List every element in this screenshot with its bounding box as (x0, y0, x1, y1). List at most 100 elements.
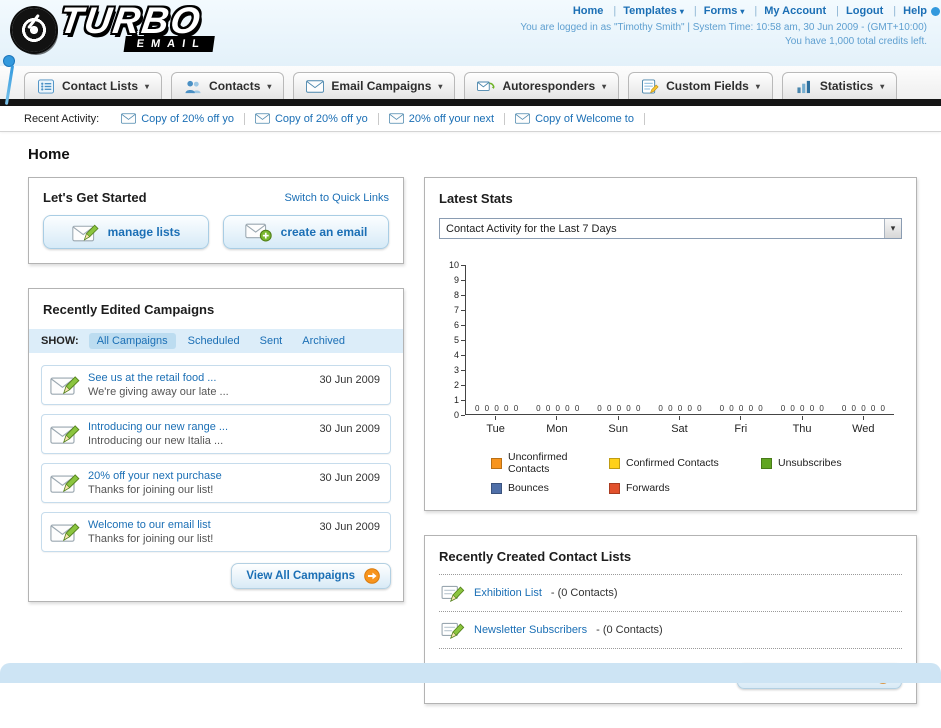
latest-stats-title: Latest Stats (439, 191, 513, 206)
chart-value-labels: 0 0 0 0 0 (658, 404, 702, 413)
decorative-cable (4, 56, 14, 66)
chart-y-tick-label: 3 (454, 365, 465, 375)
recent-activity-item-label: Copy of 20% off yo (141, 112, 234, 125)
campaign-filter-bar: SHOW: All Campaigns Scheduled Sent Archi… (29, 329, 403, 353)
campaign-title-link[interactable]: See us at the retail food ... (88, 372, 229, 384)
campaign-filter-tab[interactable]: Archived (294, 333, 353, 349)
chart-x-tick-label: Mon (526, 415, 587, 435)
legend-label: Bounces (508, 482, 549, 494)
campaign-subtitle: Thanks for joining our list! (88, 484, 214, 496)
nav-tab[interactable]: Statistics ▾ (781, 72, 898, 99)
contact-lists-icon (37, 79, 55, 94)
chart-y-tick-label: 9 (454, 275, 465, 285)
legend-swatch (491, 457, 502, 469)
chart-value-labels: 0 0 0 0 0 (475, 404, 519, 413)
chart-y-tick-label: 0 (454, 410, 465, 420)
chart-y-tick-label: 6 (454, 320, 465, 330)
chevron-down-icon: ▾ (145, 81, 150, 91)
campaign-filter-tab[interactable]: All Campaigns (88, 333, 176, 349)
campaign-date: 30 Jun 2009 (319, 374, 380, 386)
stats-period-select[interactable]: Contact Activity for the Last 7 Days ▾ (439, 218, 902, 239)
recent-activity-item[interactable]: Copy of 20% off yo (245, 112, 379, 125)
contact-list-detail: - (0 Contacts) (550, 587, 618, 599)
top-nav-link-label: Home (572, 5, 604, 17)
nav-tab[interactable]: Custom Fields ▾ (628, 72, 773, 99)
select-dropdown-arrow-icon: ▾ (884, 219, 901, 238)
top-nav-links: Home ▾ Templates ▾ Forms ▾ My Account ▾ (520, 5, 927, 17)
chart-y-tick-label: 2 (454, 380, 465, 390)
top-nav-link[interactable]: Help ▾ (903, 5, 927, 17)
top-nav-link[interactable]: My Account ▾ (764, 5, 846, 17)
chart-y-tick-label: 7 (454, 305, 465, 315)
campaign-subtitle: Thanks for joining our list! (88, 533, 214, 545)
top-nav-link[interactable]: Home ▾ (573, 5, 623, 17)
chart-x-tick-label: Tue (465, 415, 526, 435)
envelope-pencil-icon (50, 422, 80, 446)
logo-text-turbo: TURBO (57, 0, 205, 41)
nav-tab[interactable]: Contact Lists ▾ (24, 72, 163, 99)
campaign-title-link[interactable]: Welcome to our email list (88, 519, 213, 531)
card-pencil-icon (441, 583, 465, 603)
top-nav-link[interactable]: Logout ▾ (846, 5, 903, 17)
nav-tab-label: Statistics (819, 79, 874, 93)
nav-tab[interactable]: Contacts ▾ (171, 72, 285, 99)
recent-activity-item-label: Copy of 20% off yo (274, 112, 368, 125)
top-nav-link[interactable]: Forms ▾ (704, 5, 765, 17)
nav-tab[interactable]: Email Campaigns ▾ (293, 72, 456, 99)
chart-x-tick-label: Wed (833, 415, 894, 435)
get-started-title: Let's Get Started (43, 190, 147, 205)
legend-swatch (609, 482, 620, 494)
get-started-panel: Let's Get Started Switch to Quick Links … (28, 177, 404, 264)
nav-tab-label: Email Campaigns (331, 79, 432, 93)
campaign-list-item[interactable]: 20% off your next purchase Thanks for jo… (41, 463, 391, 503)
view-all-campaigns-button[interactable]: View All Campaigns (231, 563, 391, 589)
recent-activity-item-label: Copy of Welcome to (535, 112, 634, 125)
chevron-down-icon: ▾ (438, 81, 443, 91)
contact-list-row[interactable]: Exhibition List - (0 Contacts) (439, 575, 902, 612)
chart-y-tick-label: 5 (454, 335, 465, 345)
top-nav-link-label: My Account (764, 5, 827, 17)
nav-tab[interactable]: Autoresponders ▾ (464, 72, 620, 99)
recent-activity-item[interactable]: Copy of 20% off yo (111, 112, 245, 125)
campaign-date: 30 Jun 2009 (319, 423, 380, 435)
campaign-subtitle: We're giving away our late ... (88, 386, 229, 398)
recent-contact-lists-title: Recently Created Contact Lists (439, 549, 632, 564)
orange-arrow-icon (364, 568, 380, 584)
campaign-list-item[interactable]: Welcome to our email list Thanks for joi… (41, 512, 391, 552)
campaign-title-link[interactable]: Introducing our new range ... (88, 421, 228, 433)
get-started-button-label: manage lists (107, 225, 181, 239)
envelope-icon (121, 113, 136, 124)
header: TURBO EMAIL Home ▾ Templates ▾ Forms ▾ (0, 0, 941, 66)
chart-y-tick-label: 1 (454, 395, 465, 405)
chart-x-axis: Tue Mon Sun Sat Fri Thu Wed (465, 415, 894, 435)
campaign-title-link[interactable]: 20% off your next purchase (88, 470, 222, 482)
recent-activity-item-label: 20% off your next (408, 112, 495, 125)
envelope-pencil-icon (50, 373, 80, 397)
recent-activity-item[interactable]: 20% off your next (379, 112, 506, 125)
campaign-list-item[interactable]: Introducing our new range ... Introducin… (41, 414, 391, 454)
contact-list-row[interactable]: Newsletter Subscribers - (0 Contacts) (439, 612, 902, 649)
campaign-date: 30 Jun 2009 (319, 472, 380, 484)
chart-value-labels: 0 0 0 0 0 (597, 404, 641, 413)
contact-list-name-link[interactable]: Exhibition List (474, 587, 542, 599)
switch-to-quick-links-link[interactable]: Switch to Quick Links (284, 192, 389, 204)
nav-tab-label: Contacts (209, 79, 261, 93)
turbo-email-logo: TURBO EMAIL (12, 0, 216, 53)
main-navigation: Contact Lists ▾ Contacts ▾ Email Campaig… (0, 66, 941, 106)
get-started-button[interactable]: create an email (223, 215, 389, 249)
campaign-filter-tab[interactable]: Sent (252, 333, 291, 349)
latest-stats-panel: Latest Stats Contact Activity for the La… (424, 177, 917, 511)
chart-value-labels: 0 0 0 0 0 (841, 404, 885, 413)
legend-label: Forwards (626, 482, 670, 494)
campaign-list-item[interactable]: See us at the retail food ... We're givi… (41, 365, 391, 405)
recent-activity-item[interactable]: Copy of Welcome to (505, 112, 645, 125)
top-nav-link-label: Forms (703, 5, 738, 17)
campaign-filter-tab[interactable]: Scheduled (180, 333, 248, 349)
top-nav-link[interactable]: Templates ▾ (623, 5, 703, 17)
get-started-button[interactable]: manage lists (43, 215, 209, 249)
recent-campaigns-title: Recently Edited Campaigns (43, 302, 215, 317)
contact-list-name-link[interactable]: Newsletter Subscribers (474, 624, 587, 636)
stats-period-value: Contact Activity for the Last 7 Days (446, 222, 617, 235)
decorative-dot (931, 7, 940, 16)
credits-note: You have 1,000 total credits left. (785, 36, 927, 47)
